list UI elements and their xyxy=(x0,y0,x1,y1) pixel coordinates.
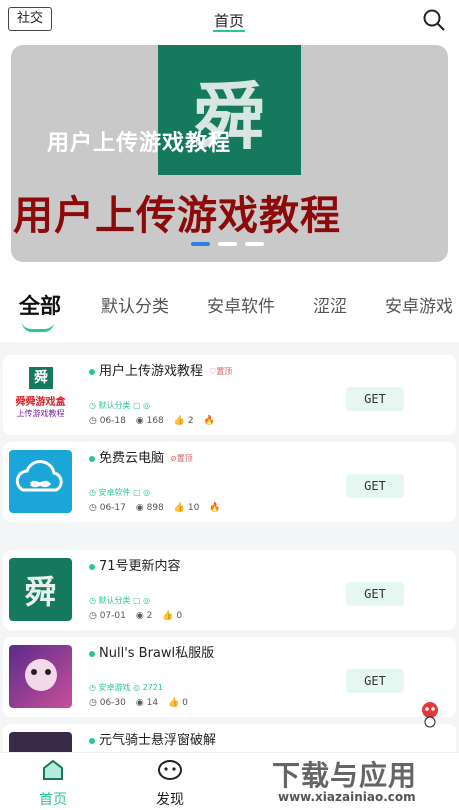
game-thumbnail xyxy=(9,645,72,708)
float-mascot-icon[interactable] xyxy=(418,700,442,728)
tab-indicator xyxy=(22,322,54,332)
get-button[interactable]: GET xyxy=(346,669,404,693)
app-thumbnail: 舜 xyxy=(9,558,72,621)
item-category: ◷ 默认分类 ▢ ◎ xyxy=(89,401,151,410)
watermark-text: 下载与应用 xyxy=(272,759,418,792)
watermark-url: www.xiazainiao.com xyxy=(278,790,416,804)
discover-icon xyxy=(158,760,182,780)
banner-main-text: 用户上传游戏教程 xyxy=(13,193,341,239)
carousel-dot[interactable] xyxy=(191,242,210,246)
title-underline xyxy=(213,30,245,32)
list-item[interactable]: Null's Brawl私服版 ◷ 安卓游戏 ◎ 2721 ◷ 06-30 ◉ 1… xyxy=(3,637,456,717)
banner-subtitle: 用户上传游戏教程 xyxy=(47,131,232,156)
home-icon xyxy=(43,759,63,780)
item-title: 用户上传游戏教程 ♡置顶 xyxy=(89,360,232,379)
search-icon[interactable] xyxy=(422,8,446,32)
tab-sese[interactable]: 涩涩 xyxy=(313,292,347,317)
pinned-tag: ♡置顶 xyxy=(209,367,233,376)
list-item[interactable]: 免费云电脑 ⊘置顶 ◷ 安卓软件 ▢ ◎ ◷ 06-17 ◉ 898 👍 10 🔥 GE… xyxy=(3,442,456,522)
get-button[interactable]: GET xyxy=(346,474,404,498)
item-stats: ◷ 07-01 ◉ 2 👍 0 xyxy=(89,611,183,621)
banner-carousel[interactable]: 舜 用户上传游戏教程 用户上传游戏教程 xyxy=(11,45,448,262)
get-button[interactable]: GET xyxy=(346,582,404,606)
nav-home[interactable]: 首页 xyxy=(23,759,83,809)
tab-all[interactable]: 全部 xyxy=(19,290,61,320)
page-title: 首页 xyxy=(213,12,244,30)
item-title: 71号更新内容 xyxy=(89,555,181,574)
list-item[interactable]: 舜 71号更新内容 ◷ 默认分类 ▢ ◎ ◷ 07-01 ◉ 2 👍 0 GET xyxy=(3,550,456,630)
list-item[interactable]: 舜 舜舜游戏盒 上传游戏教程 用户上传游戏教程 ♡置顶 ◷ 默认分类 ▢ ◎ ◷ … xyxy=(3,355,456,435)
item-category: ◷ 安卓软件 ▢ ◎ xyxy=(89,488,151,497)
item-category: ◷ 默认分类 ▢ ◎ xyxy=(89,596,151,605)
carousel-dots xyxy=(191,242,264,246)
item-category: ◷ 安卓游戏 ◎ 2721 xyxy=(89,683,163,692)
item-title: 免费云电脑 ⊘置顶 xyxy=(89,447,193,466)
tab-android-games[interactable]: 安卓游戏 xyxy=(385,292,453,317)
social-button[interactable]: 社交 xyxy=(8,7,52,31)
top-bar: 社交 首页 xyxy=(0,0,459,40)
item-title: 元气骑士悬浮窗破解 xyxy=(89,729,216,748)
category-tabs: 全部 默认分类 安卓软件 涩涩 安卓游戏 xyxy=(0,272,459,342)
item-stats: ◷ 06-30 ◉ 14 👍 0 xyxy=(89,698,188,708)
tab-android-software[interactable]: 安卓软件 xyxy=(207,292,275,317)
item-stats: ◷ 06-17 ◉ 898 👍 10 🔥 xyxy=(89,503,221,513)
get-button[interactable]: GET xyxy=(346,387,404,411)
item-title: Null's Brawl私服版 xyxy=(89,642,214,661)
pinned-tag: ⊘置顶 xyxy=(170,454,193,463)
cloud-icon xyxy=(9,450,72,513)
nav-discover[interactable]: 发现 xyxy=(140,759,200,809)
carousel-dot[interactable] xyxy=(245,242,264,246)
carousel-dot[interactable] xyxy=(218,242,237,246)
app-thumbnail: 舜 舜舜游戏盒 上传游戏教程 xyxy=(9,363,72,426)
tab-default[interactable]: 默认分类 xyxy=(101,292,169,317)
banner-section: 舜 用户上传游戏教程 用户上传游戏教程 xyxy=(0,40,459,272)
item-stats: ◷ 06-18 ◉ 168 👍 2 🔥 xyxy=(89,416,215,426)
